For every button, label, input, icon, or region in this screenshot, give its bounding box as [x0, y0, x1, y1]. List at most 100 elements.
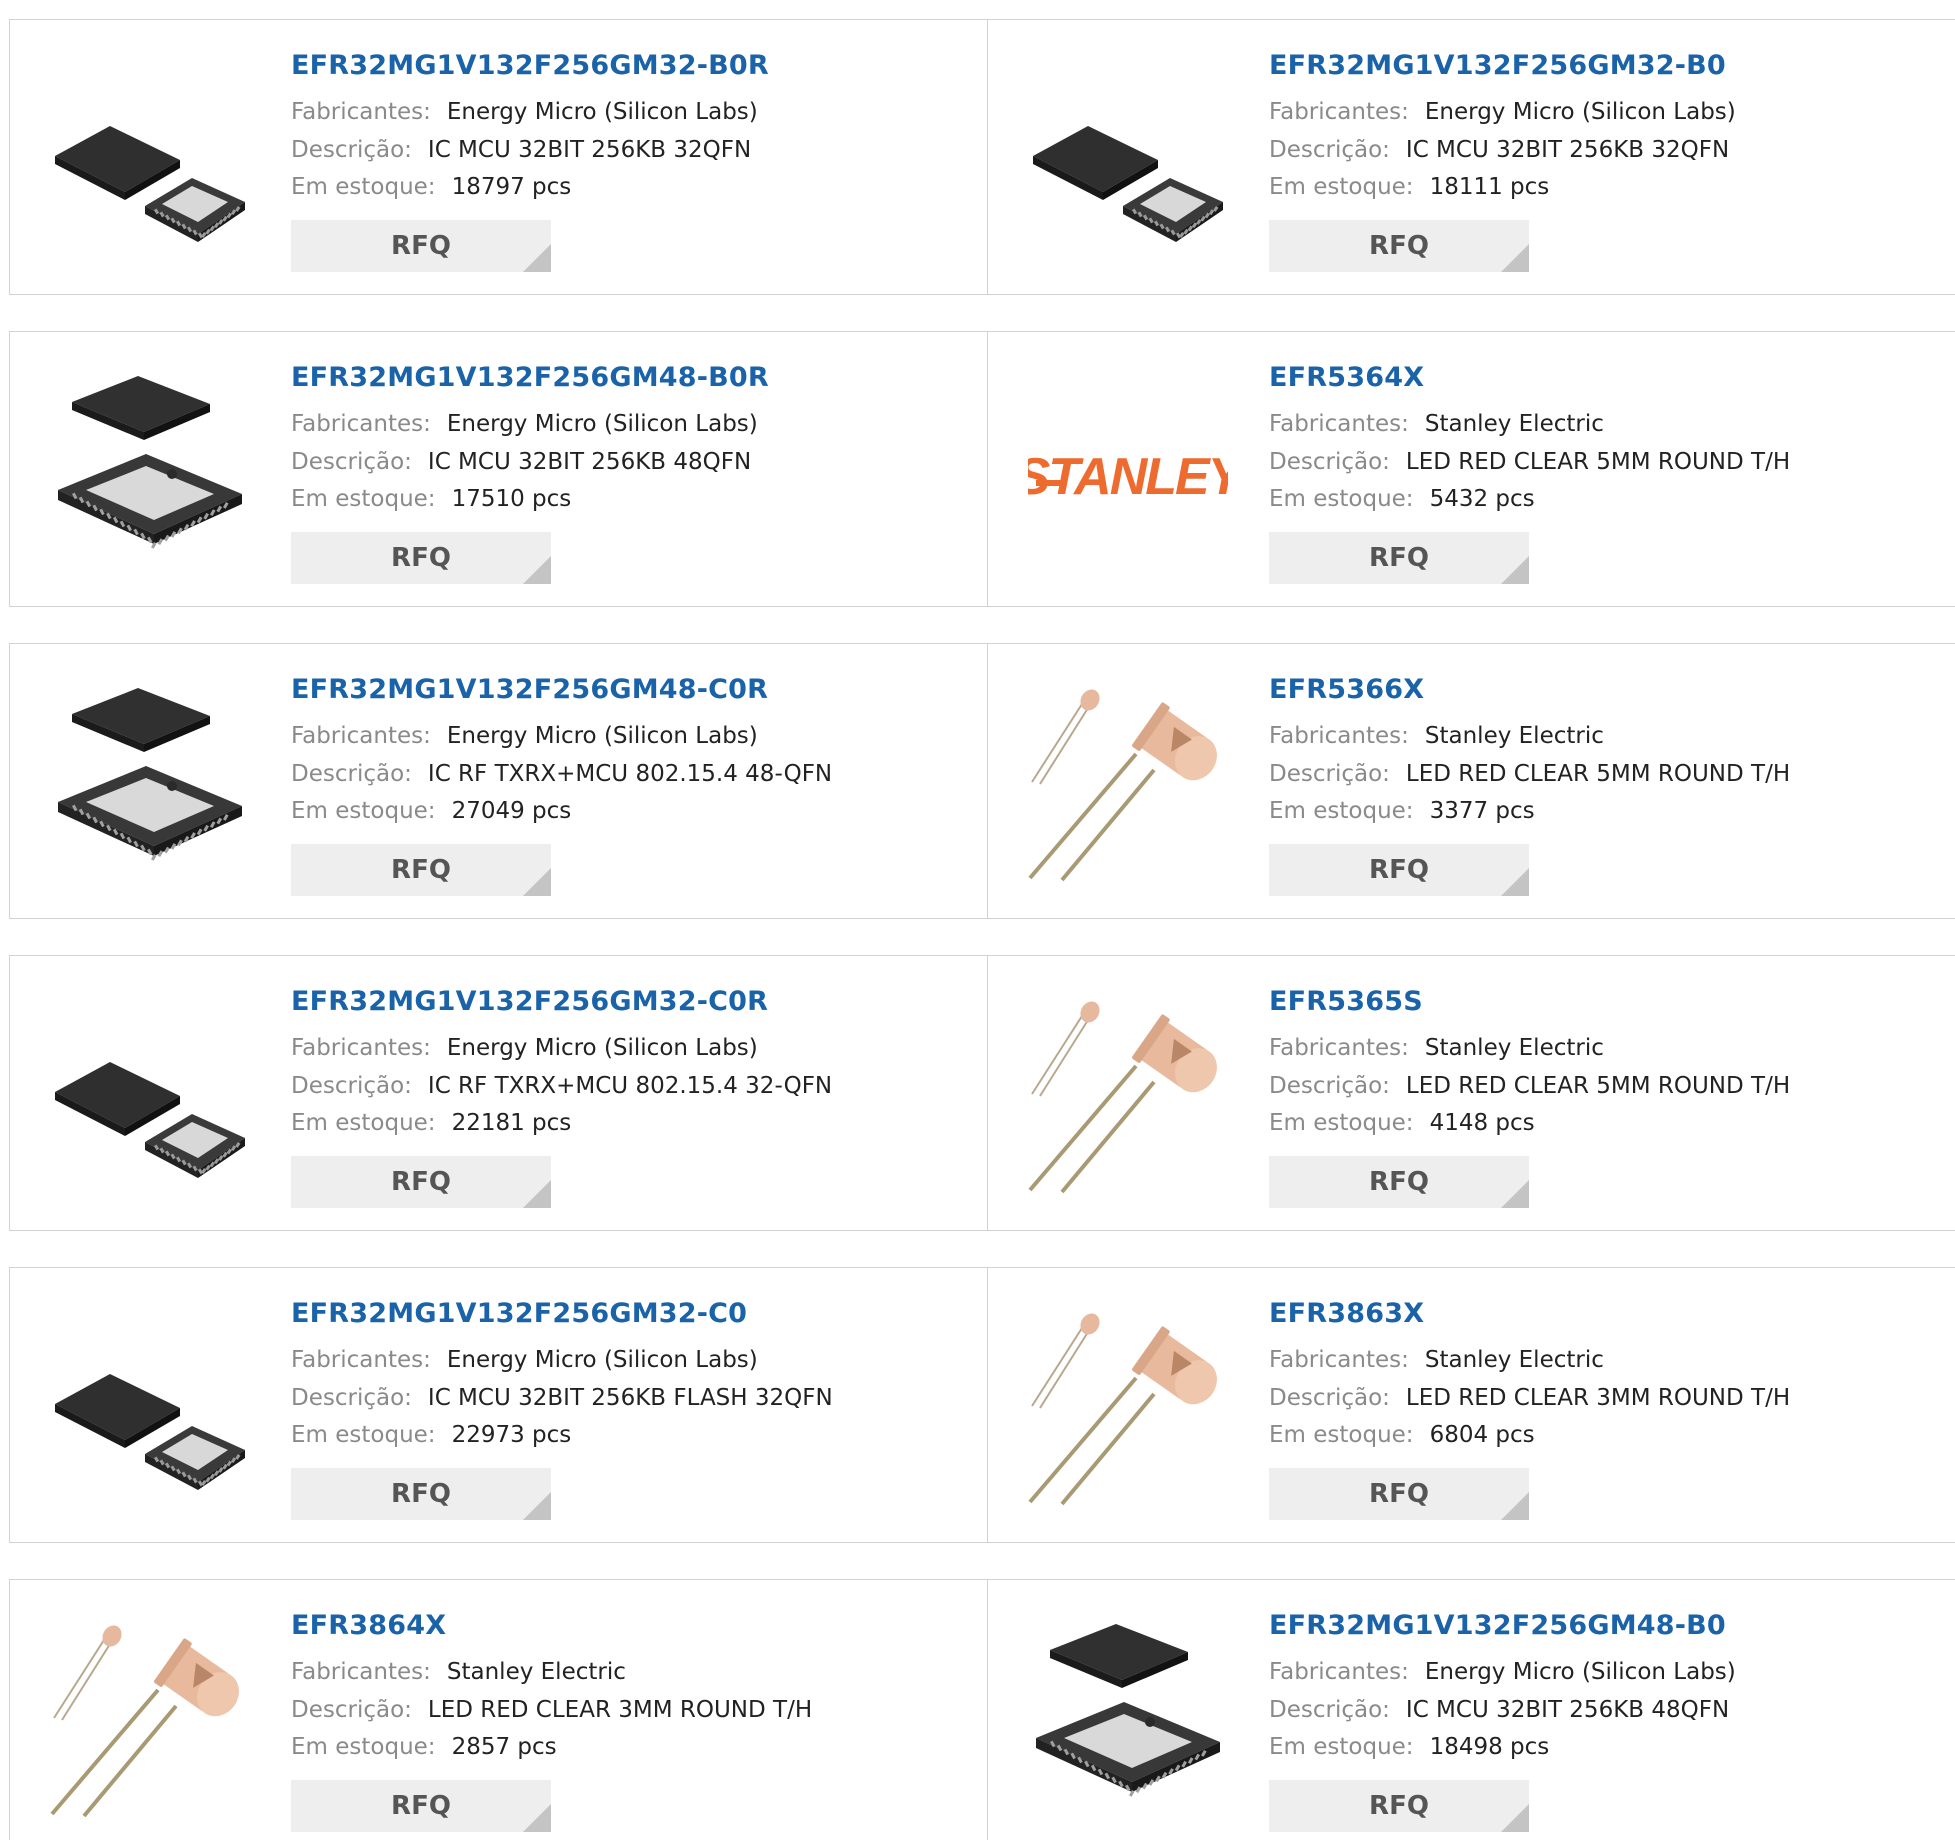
stock-row: Em estoque: 18111 pcs — [1269, 174, 1549, 200]
description-value: IC MCU 32BIT 256KB 32QFN — [1405, 137, 1730, 163]
part-number-link[interactable]: EFR5364X — [1269, 362, 1424, 393]
manufacturer-label: Fabricantes: — [1269, 1659, 1409, 1685]
stock-label: Em estoque: — [291, 486, 436, 512]
part-number-link[interactable]: EFR32MG1V132F256GM48-C0R — [291, 674, 768, 705]
description-label: Descrição: — [291, 1385, 412, 1411]
product-image[interactable] — [1028, 58, 1228, 258]
manufacturer-row: Fabricantes: Stanley Electric — [1269, 1347, 1604, 1373]
stock-label: Em estoque: — [1269, 486, 1414, 512]
part-number-link[interactable]: EFR3863X — [1269, 1298, 1424, 1329]
rfq-button[interactable]: RFQ — [1269, 532, 1529, 584]
manufacturer-label: Fabricantes: — [291, 1035, 431, 1061]
corner-triangle-icon — [523, 556, 551, 584]
product-image[interactable] — [50, 682, 250, 882]
part-number-link[interactable]: EFR32MG1V132F256GM32-C0R — [291, 986, 768, 1017]
description-row: Descrição: LED RED CLEAR 5MM ROUND T/H — [1269, 761, 1790, 787]
part-number-link[interactable]: EFR32MG1V132F256GM32-B0R — [291, 50, 769, 81]
stock-row: Em estoque: 6804 pcs — [1269, 1422, 1535, 1448]
stock-value: 22973 pcs — [451, 1422, 572, 1448]
description-row: Descrição: LED RED CLEAR 5MM ROUND T/H — [1269, 1073, 1790, 1099]
description-label: Descrição: — [1269, 1697, 1390, 1723]
manufacturer-value: Stanley Electric — [1424, 1347, 1604, 1373]
rfq-button[interactable]: RFQ — [291, 220, 551, 272]
description-row: Descrição: IC RF TXRX+MCU 802.15.4 32-QFN — [291, 1073, 832, 1099]
product-image[interactable] — [1028, 1306, 1228, 1506]
product-card: EFR32MG1V132F256GM48-B0 Fabricantes: Energ… — [987, 1579, 1955, 1840]
rfq-button[interactable]: RFQ — [1269, 1780, 1529, 1832]
description-label: Descrição: — [291, 449, 412, 475]
product-image[interactable] — [50, 994, 250, 1194]
product-card: EFR32MG1V132F256GM32-B0R Fabricantes: Ener… — [9, 19, 989, 295]
manufacturer-row: Fabricantes: Energy Micro (Silicon Labs) — [291, 411, 758, 437]
rfq-button[interactable]: RFQ — [291, 1780, 551, 1832]
description-label: Descrição: — [291, 761, 412, 787]
description-row: Descrição: LED RED CLEAR 3MM ROUND T/H — [291, 1697, 812, 1723]
manufacturer-value: Stanley Electric — [1424, 723, 1604, 749]
rfq-button[interactable]: RFQ — [1269, 1468, 1529, 1520]
rfq-label: RFQ — [391, 1479, 451, 1509]
product-image[interactable] — [1028, 682, 1228, 882]
description-label: Descrição: — [291, 137, 412, 163]
rfq-button[interactable]: RFQ — [1269, 844, 1529, 896]
stock-row: Em estoque: 4148 pcs — [1269, 1110, 1535, 1136]
product-image[interactable] — [1028, 994, 1228, 1194]
product-image[interactable] — [50, 1618, 250, 1818]
part-number-link[interactable]: EFR3864X — [291, 1610, 446, 1641]
part-number-link[interactable]: EFR32MG1V132F256GM32-C0 — [291, 1298, 747, 1329]
product-card: EFR32MG1V132F256GM32-C0R Fabricantes: Ener… — [9, 955, 989, 1231]
description-label: Descrição: — [1269, 1385, 1390, 1411]
stock-label: Em estoque: — [1269, 798, 1414, 824]
manufacturer-label: Fabricantes: — [1269, 411, 1409, 437]
rfq-label: RFQ — [391, 855, 451, 885]
stanley-logo[interactable]: STANLEY — [1028, 370, 1228, 570]
rfq-button[interactable]: RFQ — [291, 532, 551, 584]
manufacturer-row: Fabricantes: Energy Micro (Silicon Labs) — [1269, 1659, 1736, 1685]
rfq-button[interactable]: RFQ — [1269, 220, 1529, 272]
corner-triangle-icon — [1501, 1492, 1529, 1520]
product-card: STANLEY EFR5364X Fabricantes: Stanley Elec… — [987, 331, 1955, 607]
description-value: LED RED CLEAR 5MM ROUND T/H — [1405, 761, 1791, 787]
manufacturer-value: Stanley Electric — [1424, 411, 1604, 437]
stock-label: Em estoque: — [291, 174, 436, 200]
description-value: IC MCU 32BIT 256KB 32QFN — [427, 137, 752, 163]
rfq-button[interactable]: RFQ — [291, 1468, 551, 1520]
part-number-link[interactable]: EFR32MG1V132F256GM32-B0 — [1269, 50, 1726, 81]
description-value: LED RED CLEAR 5MM ROUND T/H — [1405, 1073, 1791, 1099]
product-image[interactable] — [50, 1306, 250, 1506]
rfq-button[interactable]: RFQ — [291, 1156, 551, 1208]
manufacturer-value: Energy Micro (Silicon Labs) — [1424, 1659, 1736, 1685]
stock-row: Em estoque: 5432 pcs — [1269, 486, 1535, 512]
stock-value: 18498 pcs — [1429, 1734, 1550, 1760]
product-image[interactable] — [50, 370, 250, 570]
part-number-link[interactable]: EFR5365S — [1269, 986, 1423, 1017]
stock-value: 18797 pcs — [451, 174, 572, 200]
description-value: IC RF TXRX+MCU 802.15.4 32-QFN — [427, 1073, 833, 1099]
stock-label: Em estoque: — [291, 1734, 436, 1760]
product-image[interactable] — [1028, 1618, 1228, 1818]
rfq-button[interactable]: RFQ — [1269, 1156, 1529, 1208]
manufacturer-value: Energy Micro (Silicon Labs) — [446, 1035, 758, 1061]
product-image[interactable] — [50, 58, 250, 258]
stock-value: 27049 pcs — [451, 798, 572, 824]
description-row: Descrição: LED RED CLEAR 5MM ROUND T/H — [1269, 449, 1790, 475]
manufacturer-label: Fabricantes: — [291, 723, 431, 749]
corner-triangle-icon — [1501, 1804, 1529, 1832]
svg-text:STANLEY: STANLEY — [1028, 448, 1228, 506]
manufacturer-label: Fabricantes: — [291, 411, 431, 437]
corner-triangle-icon — [1501, 868, 1529, 896]
corner-triangle-icon — [1501, 244, 1529, 272]
description-row: Descrição: IC RF TXRX+MCU 802.15.4 48-QFN — [291, 761, 832, 787]
product-card: EFR5366X Fabricantes: Stanley Electric Desc… — [987, 643, 1955, 919]
manufacturer-label: Fabricantes: — [1269, 1347, 1409, 1373]
description-row: Descrição: LED RED CLEAR 3MM ROUND T/H — [1269, 1385, 1790, 1411]
part-number-link[interactable]: EFR32MG1V132F256GM48-B0 — [1269, 1610, 1726, 1641]
stock-row: Em estoque: 27049 pcs — [291, 798, 571, 824]
rfq-label: RFQ — [391, 1791, 451, 1821]
description-row: Descrição: IC MCU 32BIT 256KB 48QFN — [291, 449, 751, 475]
part-number-link[interactable]: EFR32MG1V132F256GM48-B0R — [291, 362, 769, 393]
manufacturer-row: Fabricantes: Energy Micro (Silicon Labs) — [1269, 99, 1736, 125]
part-number-link[interactable]: EFR5366X — [1269, 674, 1424, 705]
stock-label: Em estoque: — [291, 1110, 436, 1136]
corner-triangle-icon — [1501, 1180, 1529, 1208]
rfq-button[interactable]: RFQ — [291, 844, 551, 896]
